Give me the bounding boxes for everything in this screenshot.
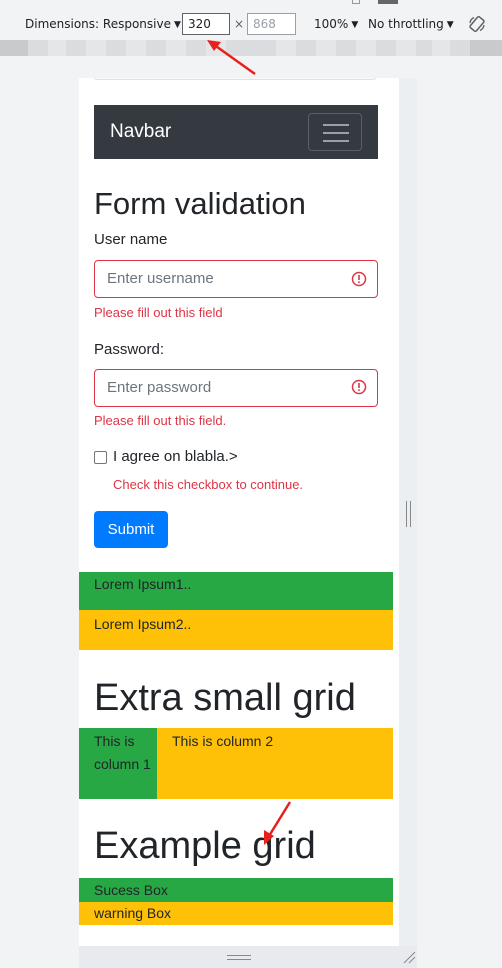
- agree-checkbox[interactable]: [94, 451, 107, 464]
- zoom-label: 100%: [314, 17, 349, 31]
- username-input[interactable]: Enter username: [94, 260, 378, 298]
- password-label: Password:: [94, 341, 165, 358]
- caret-down-icon: ▼: [446, 20, 454, 30]
- navbar-brand[interactable]: Navbar: [110, 105, 171, 159]
- media-query-segment[interactable]: [226, 40, 276, 56]
- hamburger-icon: [323, 140, 349, 142]
- error-icon: [351, 379, 367, 395]
- success-box: Sucess Box: [79, 878, 393, 902]
- rotate-icon[interactable]: [468, 15, 486, 33]
- caret-down-icon: ▼: [351, 20, 359, 30]
- extra-small-grid-title: Extra small grid: [94, 677, 356, 719]
- previous-content-edge: [93, 78, 377, 80]
- password-error-message: Please fill out this field.: [94, 413, 227, 428]
- example-grid-title: Example grid: [94, 825, 316, 867]
- zoom-dropdown[interactable]: 100% ▼: [314, 8, 358, 40]
- corner-resize-icon[interactable]: [402, 950, 416, 964]
- caret-down-icon: ▼: [173, 20, 181, 30]
- agree-checkbox-label[interactable]: I agree on blabla.>: [113, 448, 238, 465]
- devtools-top-edge: [0, 0, 502, 8]
- tab-notch: [378, 0, 398, 4]
- media-query-bar[interactable]: [0, 40, 502, 56]
- height-input[interactable]: 868: [247, 13, 296, 35]
- username-error-message: Please fill out this field: [94, 305, 223, 320]
- grid-column-2: This is column 2: [157, 728, 393, 799]
- device-viewport: Navbar Form validation User name Enter u…: [79, 78, 399, 946]
- resize-handle-right[interactable]: [406, 501, 411, 527]
- throttling-dropdown[interactable]: No throttling ▼: [368, 8, 454, 40]
- submit-button[interactable]: Submit: [94, 511, 168, 548]
- tab-notch: [352, 0, 360, 4]
- lorem-box-1: Lorem Ipsum1..: [79, 572, 393, 610]
- grid-column-1: This is column 1: [79, 728, 157, 799]
- resize-handle-bottom[interactable]: [79, 946, 417, 968]
- grip-icon: [227, 955, 251, 960]
- form-title: Form validation: [94, 186, 306, 221]
- dimensions-label: Dimensions: Responsive: [25, 17, 171, 31]
- username-label: User name: [94, 231, 168, 248]
- lorem-box-2: Lorem Ipsum2..: [79, 610, 393, 650]
- device-toolbar: Dimensions: Responsive ▼ 320 × 868 100% ▼ …: [0, 8, 502, 40]
- dimensions-dropdown[interactable]: Dimensions: Responsive ▼: [25, 8, 181, 40]
- navbar-toggler-button[interactable]: [308, 113, 362, 151]
- error-icon: [351, 271, 367, 287]
- navbar: Navbar: [94, 105, 378, 159]
- throttling-label: No throttling: [368, 17, 444, 31]
- password-input[interactable]: Enter password: [94, 369, 378, 407]
- warning-box: warning Box: [79, 902, 393, 925]
- times-symbol: ×: [234, 17, 245, 31]
- width-input[interactable]: 320: [182, 13, 230, 35]
- checkbox-error-message: Check this checkbox to continue.: [113, 477, 304, 492]
- hamburger-icon: [323, 132, 349, 134]
- hamburger-icon: [323, 124, 349, 126]
